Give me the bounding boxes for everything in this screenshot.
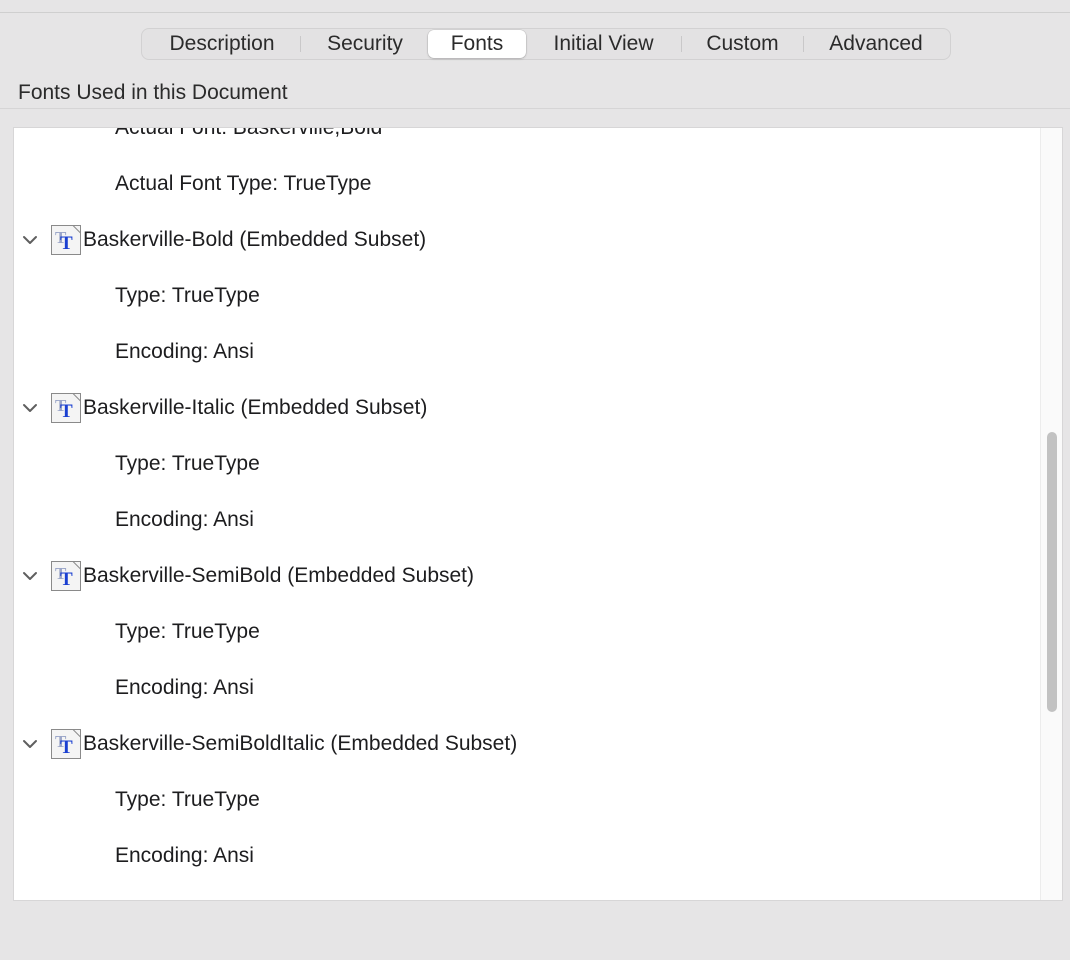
window-top-divider	[0, 12, 1070, 13]
vertical-scrollbar[interactable]	[1040, 128, 1062, 900]
svg-text:T: T	[60, 233, 73, 254]
tree-detail-row: Encoding: Ansi	[14, 660, 1040, 716]
scrollbar-thumb[interactable]	[1047, 432, 1057, 712]
font-name: Baskerville-Italic (Embedded Subset)	[83, 396, 428, 419]
truetype-font-icon: T T	[51, 393, 81, 423]
chevron-down-icon[interactable]	[22, 568, 38, 584]
font-tree-item[interactable]: T T Baskerville-SemiBold (Embedded Subse…	[14, 548, 1040, 604]
tree-detail-row: Actual Font: Baskerville,Bold	[14, 127, 1040, 156]
font-name: Baskerville-SemiBoldItalic (Embedded Sub…	[83, 732, 518, 755]
tab-security[interactable]: Security	[301, 30, 429, 58]
fonts-section-title: Fonts Used in this Document	[18, 81, 288, 104]
truetype-font-icon: T T	[51, 729, 81, 759]
font-name: Baskerville-SemiBold (Embedded Subset)	[83, 564, 475, 587]
detail-text: Type: TrueType	[115, 620, 260, 643]
tab-custom[interactable]: Custom	[682, 30, 803, 58]
detail-text: Actual Font: Baskerville,Bold	[115, 127, 383, 139]
chevron-down-icon[interactable]	[22, 400, 38, 416]
tree-detail-row: Actual Font Type: TrueType	[14, 156, 1040, 212]
tree-detail-row: Type: TrueType	[14, 772, 1040, 828]
truetype-font-icon: T T	[51, 225, 81, 255]
tree-content: Actual Font: Baskerville,Bold Actual Fon…	[14, 127, 1040, 884]
tab-fonts[interactable]: Fonts	[428, 30, 526, 58]
detail-text: Encoding: Ansi	[115, 676, 254, 699]
tree-detail-row: Type: TrueType	[14, 436, 1040, 492]
detail-text: Encoding: Ansi	[115, 508, 254, 531]
tab-bar: Description Security Fonts Initial View …	[141, 28, 951, 60]
svg-text:T: T	[60, 401, 73, 422]
font-tree-item[interactable]: T T Baskerville-SemiBoldItalic (Embedded…	[14, 716, 1040, 772]
tree-detail-row: Encoding: Ansi	[14, 492, 1040, 548]
svg-text:T: T	[60, 569, 73, 590]
tree-detail-row: Encoding: Ansi	[14, 828, 1040, 884]
section-divider	[0, 108, 1070, 109]
detail-text: Type: TrueType	[115, 788, 260, 811]
detail-text: Type: TrueType	[115, 284, 260, 307]
chevron-down-icon[interactable]	[22, 736, 38, 752]
font-tree-item[interactable]: T T Baskerville-Italic (Embedded Subset)	[14, 380, 1040, 436]
font-name: Baskerville-Bold (Embedded Subset)	[83, 228, 427, 251]
tree-detail-row: Type: TrueType	[14, 268, 1040, 324]
font-tree-item[interactable]: T T Baskerville-Bold (Embedded Subset)	[14, 212, 1040, 268]
tree-detail-row: Encoding: Ansi	[14, 324, 1040, 380]
detail-text: Encoding: Ansi	[115, 844, 254, 867]
detail-text: Type: TrueType	[115, 452, 260, 475]
fonts-tree-view[interactable]: Actual Font: Baskerville,Bold Actual Fon…	[13, 127, 1063, 901]
chevron-down-icon[interactable]	[22, 232, 38, 248]
detail-text: Encoding: Ansi	[115, 340, 254, 363]
truetype-font-icon: T T	[51, 561, 81, 591]
tab-initial-view[interactable]: Initial View	[526, 30, 681, 58]
tab-description[interactable]: Description	[144, 30, 300, 58]
tab-advanced[interactable]: Advanced	[804, 30, 948, 58]
tree-detail-row: Type: TrueType	[14, 604, 1040, 660]
detail-text: Actual Font Type: TrueType	[115, 172, 372, 195]
svg-text:T: T	[60, 737, 73, 758]
